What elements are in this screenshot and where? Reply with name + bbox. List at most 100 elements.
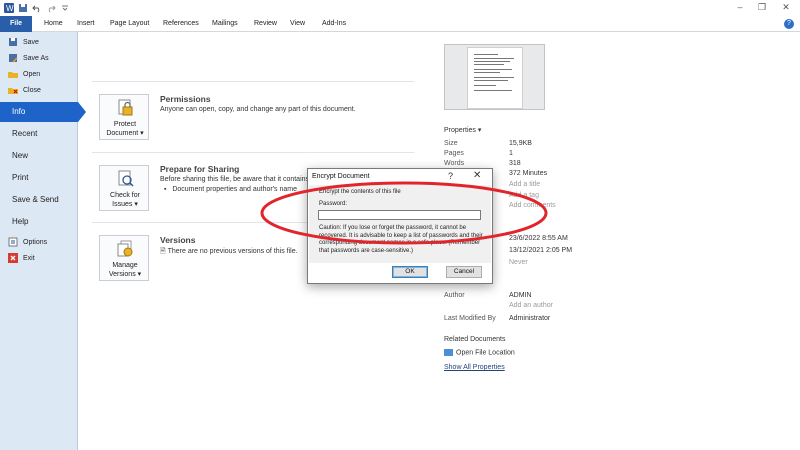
versions-title: Versions xyxy=(160,235,196,245)
prop-words-key: Words xyxy=(444,160,465,167)
tab-mailings[interactable]: Mailings xyxy=(212,16,238,32)
sharing-bullet: ▪ Document properties and author's name xyxy=(164,186,297,193)
add-author-field[interactable]: Add an author xyxy=(509,302,553,309)
redo-icon[interactable] xyxy=(46,3,56,13)
tab-add-ins[interactable]: Add-Ins xyxy=(322,16,346,32)
tab-insert[interactable]: Insert xyxy=(77,16,95,32)
versions-text: 🗎 There are no previous versions of this… xyxy=(160,247,298,258)
save-icon xyxy=(9,38,17,47)
manage-versions-button[interactable]: Manage Versions ▾ xyxy=(99,235,149,281)
folder-icon xyxy=(444,349,453,356)
preview-line xyxy=(474,69,512,70)
open-file-location-link[interactable]: Open File Location xyxy=(444,349,515,356)
tab-view[interactable]: View xyxy=(290,16,305,32)
preview-line xyxy=(474,80,508,81)
add-tag-field[interactable]: Add a tag xyxy=(509,192,539,199)
nav-options-label: Options xyxy=(23,239,48,246)
document-preview[interactable] xyxy=(444,44,545,110)
title-bar: W – ❐ ✕ xyxy=(0,0,800,16)
nav-open[interactable]: Open xyxy=(8,68,40,82)
cancel-button[interactable]: Cancel xyxy=(446,266,482,278)
close-window-button[interactable]: ✕ xyxy=(776,1,796,13)
prop-pages-key: Pages xyxy=(444,150,464,157)
preview-line xyxy=(474,58,514,59)
check-for-issues-button[interactable]: Check for Issues ▾ xyxy=(99,165,149,211)
add-comments-field[interactable]: Add comments xyxy=(509,202,556,209)
preview-line xyxy=(474,77,514,78)
show-all-properties-link[interactable]: Show All Properties xyxy=(444,364,505,371)
prop-size-key: Size xyxy=(444,140,458,147)
permissions-text: Anyone can open, copy, and change any pa… xyxy=(160,106,356,113)
help-icon[interactable]: ? xyxy=(784,19,794,29)
dialog-close-button[interactable]: ✕ xyxy=(473,170,481,181)
prop-last-modified-by-value: Administrator xyxy=(509,315,551,322)
exit-icon xyxy=(8,253,18,264)
divider xyxy=(92,152,414,153)
save-icon[interactable] xyxy=(18,3,28,13)
password-input[interactable] xyxy=(318,210,481,220)
dialog-help-button[interactable]: ? xyxy=(448,171,453,181)
open-file-location-label: Open File Location xyxy=(456,349,515,357)
password-label: Password: xyxy=(319,201,348,207)
protect-document-button[interactable]: Protect Document ▾ xyxy=(99,94,149,140)
close-doc-icon xyxy=(8,88,18,95)
prop-author-key: Author xyxy=(444,292,465,299)
preview-line xyxy=(474,64,504,65)
open-folder-icon xyxy=(8,72,18,79)
nav-help[interactable]: Help xyxy=(0,212,78,232)
divider xyxy=(92,81,414,82)
check-for-issues-label: Check for Issues ▾ xyxy=(110,192,140,208)
caution-text: Caution: If you lose or forget the passw… xyxy=(319,225,483,254)
encrypt-intro-text: Encrypt the contents of this file xyxy=(319,189,401,195)
options-icon xyxy=(8,237,18,247)
add-title-field[interactable]: Add a title xyxy=(509,181,540,188)
lock-document-icon xyxy=(118,99,133,116)
customize-icon[interactable] xyxy=(60,3,70,13)
tab-home[interactable]: Home xyxy=(44,16,63,32)
prop-author-value[interactable]: ADMIN xyxy=(509,292,532,299)
nav-save-and-send[interactable]: Save & Send xyxy=(0,190,78,210)
undo-icon[interactable] xyxy=(32,3,42,13)
ok-button[interactable]: OK xyxy=(392,266,428,278)
prepare-sharing-title: Prepare for Sharing xyxy=(160,164,240,174)
prepare-sharing-text: Before sharing this file, be aware that … xyxy=(160,176,311,183)
nav-exit[interactable]: Exit xyxy=(8,252,35,266)
minimize-button[interactable]: – xyxy=(730,1,750,13)
nav-exit-label: Exit xyxy=(23,255,35,262)
dialog-body: Encrypt the contents of this file Passwo… xyxy=(309,185,491,263)
prop-size-value: 15,9KB xyxy=(509,140,532,147)
preview-page xyxy=(467,47,523,109)
properties-header[interactable]: Properties ▾ xyxy=(444,126,481,134)
prop-editing-time-value: 372 Minutes xyxy=(509,170,548,177)
nav-info[interactable]: Info xyxy=(0,102,86,122)
bullet-icon: ▪ xyxy=(164,186,167,193)
sharing-bullet-text: Document properties and author's name xyxy=(172,186,298,193)
preview-line xyxy=(474,61,510,62)
nav-open-label: Open xyxy=(23,71,41,78)
nav-close[interactable]: Close xyxy=(8,84,41,98)
dialog-title: Encrypt Document xyxy=(312,173,370,180)
nav-print[interactable]: Print xyxy=(0,168,78,188)
nav-save[interactable]: Save xyxy=(8,36,39,50)
prop-last-modified-value: 23/6/2022 8:55 AM xyxy=(509,235,568,242)
tab-page-layout[interactable]: Page Layout xyxy=(110,16,149,32)
related-documents-header: Related Documents xyxy=(444,336,506,343)
nav-new[interactable]: New xyxy=(0,146,78,166)
save-as-icon xyxy=(9,54,18,63)
tab-review[interactable]: Review xyxy=(254,16,277,32)
preview-line xyxy=(474,72,500,73)
tab-references[interactable]: References xyxy=(163,16,199,32)
restore-button[interactable]: ❐ xyxy=(752,1,772,13)
nav-save-label: Save xyxy=(23,39,39,46)
version-doc-icon: 🗎 xyxy=(160,248,166,255)
nav-save-as[interactable]: Save As xyxy=(8,52,49,66)
preview-line xyxy=(474,90,512,91)
permissions-title: Permissions xyxy=(160,94,211,104)
tab-file[interactable]: File xyxy=(0,16,32,32)
nav-options[interactable]: Options xyxy=(8,236,47,250)
prop-pages-value: 1 xyxy=(509,150,513,157)
inspect-document-icon xyxy=(118,170,134,187)
nav-save-as-label: Save As xyxy=(23,55,49,62)
nav-recent[interactable]: Recent xyxy=(0,124,78,144)
ribbon-tabs: File Home Insert Page Layout References … xyxy=(0,16,800,32)
